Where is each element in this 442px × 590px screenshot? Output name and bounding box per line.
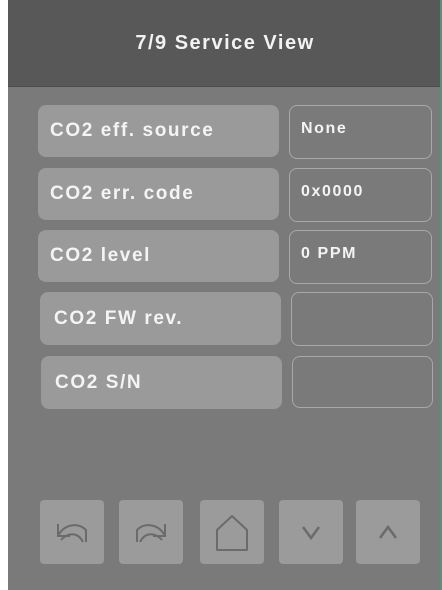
- row-label-co2-eff-source[interactable]: CO2 eff. source: [38, 105, 279, 157]
- row-value-co2-sn: [292, 356, 433, 408]
- row-value-co2-fw-rev: [291, 292, 433, 346]
- page-title: 7/9 Service View: [135, 31, 315, 54]
- redo-button[interactable]: [119, 500, 183, 564]
- row-value-co2-err-code: 0x0000: [289, 168, 432, 222]
- chevron-up-icon: [378, 524, 398, 539]
- home-icon: [216, 515, 248, 551]
- undo-button[interactable]: [40, 500, 104, 564]
- row-label-co2-sn[interactable]: CO2 S/N: [41, 356, 282, 409]
- row-label-co2-err-code[interactable]: CO2 err. code: [38, 168, 279, 220]
- redo-icon: [136, 524, 166, 543]
- home-button[interactable]: [200, 500, 264, 564]
- undo-icon: [57, 524, 87, 543]
- row-label-co2-level[interactable]: CO2 level: [38, 230, 279, 282]
- row-label-co2-fw-rev[interactable]: CO2 FW rev.: [40, 292, 281, 345]
- row-value-co2-eff-source: None: [289, 105, 432, 159]
- header-bar: 7/9 Service View: [8, 0, 442, 87]
- page-down-button[interactable]: [279, 500, 343, 564]
- service-view-screen: 7/9 Service View CO2 eff. source None CO…: [8, 0, 442, 590]
- chevron-down-icon: [301, 526, 321, 541]
- row-value-co2-level: 0 PPM: [289, 230, 432, 284]
- page-up-button[interactable]: [356, 500, 420, 564]
